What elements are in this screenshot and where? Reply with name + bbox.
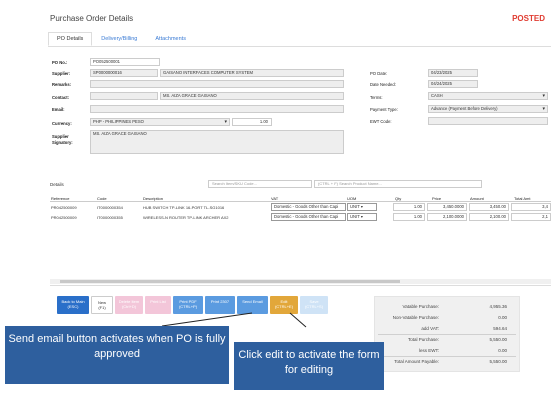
edit-callout: Click edit to activate the form for edit… (234, 342, 384, 390)
send-email-callout: Send email button activates when PO is f… (5, 326, 229, 384)
edit-connector-line (289, 312, 307, 328)
send-email-connector-line (161, 312, 253, 327)
